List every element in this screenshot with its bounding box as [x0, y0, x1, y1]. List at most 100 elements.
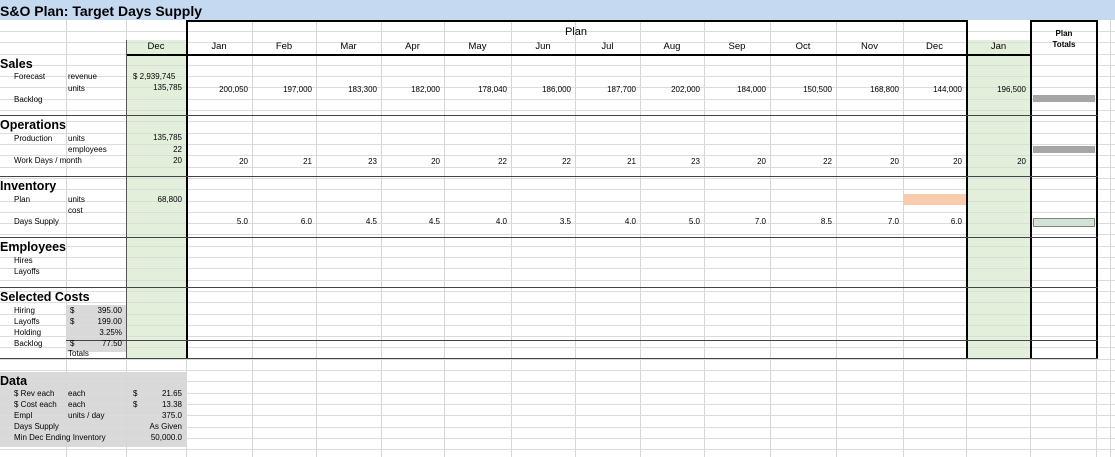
gridline-h: [0, 234, 1115, 235]
header-bottom-border: [126, 54, 1030, 56]
month-header: Sep: [728, 41, 746, 52]
cost-value: 77.50: [101, 339, 122, 348]
month-workdays: 20: [757, 157, 766, 166]
month-header: May: [468, 41, 487, 52]
gridline-h: [0, 302, 1115, 303]
month-workdays: 23: [691, 157, 700, 166]
gridline-h: [0, 212, 1115, 213]
dec-inventory-units: 68,800: [157, 195, 182, 204]
month-workdays: 23: [368, 157, 377, 166]
sep-ops: [0, 176, 1098, 177]
month-workdays: 22: [562, 157, 571, 166]
cost-label: Holding: [14, 328, 42, 337]
section-title-data: Data: [0, 374, 28, 388]
month-days-supply: 4.0: [495, 217, 507, 226]
plan-top-border: [186, 20, 966, 22]
month-header: Dec: [147, 41, 165, 52]
month-workdays: 20: [890, 157, 899, 166]
hires-label: Hires: [14, 256, 33, 265]
data-label: Min Dec Ending Inventory: [14, 433, 106, 442]
dec-sales-units: 135,785: [153, 83, 182, 92]
month-workdays: 20: [953, 157, 962, 166]
dec-revenue: $ 2,939,745: [133, 72, 176, 81]
plan-totals-bar-ops: [1033, 146, 1095, 153]
data-sublabel: units / day: [68, 411, 105, 420]
month-sales-units: 168,800: [870, 85, 899, 94]
gridline-h: [0, 314, 1115, 315]
cost-currency: $: [70, 317, 75, 326]
cost-label: Layoffs: [14, 317, 40, 326]
month-sales-units: 202,000: [671, 85, 700, 94]
totals-left-border: [1030, 20, 1032, 358]
dec-employees: 22: [173, 145, 182, 154]
gridline-h: [0, 65, 1115, 66]
inv-cost-label: cost: [68, 206, 83, 215]
month-workdays: 20: [239, 157, 248, 166]
month-workdays: 21: [627, 157, 636, 166]
plan-totals-label-2: Totals: [1052, 40, 1076, 49]
month-days-supply: 7.0: [887, 217, 899, 226]
inv-units-label: units: [68, 195, 85, 204]
cost-value: 199.00: [97, 317, 122, 326]
gridline-h: [0, 291, 1115, 292]
gridline-h: [0, 370, 1115, 371]
data-label: Days Supply: [14, 422, 59, 431]
dec-workdays: 20: [173, 156, 182, 165]
totals-top-border: [1030, 20, 1098, 22]
month-days-supply: 4.0: [624, 217, 636, 226]
peach-target-cell: [903, 194, 966, 205]
cost-currency: $: [70, 306, 75, 315]
gridline-h: [0, 99, 1115, 100]
gridline-h: [0, 381, 1115, 382]
month-days-supply: 4.5: [365, 217, 377, 226]
month-sales-units: 186,000: [542, 85, 571, 94]
sep-inv: [0, 237, 1098, 238]
gridline-h: [0, 336, 1115, 337]
plan-totals-bar-inv: [1033, 218, 1095, 227]
cost-label: Backlog: [14, 339, 43, 348]
month-header: Jul: [601, 41, 614, 52]
gridline-h: [0, 280, 1115, 281]
data-value: 50,000.0: [150, 433, 182, 442]
revenue-label: revenue: [68, 72, 97, 81]
gridline-h: [0, 268, 1115, 269]
month-workdays: 20: [431, 157, 440, 166]
month-workdays: 21: [303, 157, 312, 166]
month-days-supply: 8.5: [820, 217, 832, 226]
data-label: $ Cost each: [14, 400, 57, 409]
data-value: 13.38: [161, 400, 182, 409]
month-header: Jun: [535, 41, 551, 52]
days-supply-label: Days Supply: [14, 217, 59, 226]
month-workdays: 22: [823, 157, 832, 166]
month-sales-units: 183,300: [348, 85, 377, 94]
section-title-sales: Sales: [0, 57, 33, 71]
gridline-h: [0, 325, 1115, 326]
section-title-operations: Operations: [0, 118, 66, 132]
gridline-h: [0, 167, 1115, 168]
month-sales-units: 178,040: [478, 85, 507, 94]
month-header: Oct: [795, 41, 811, 52]
month-days-supply: 5.0: [236, 217, 248, 226]
month-header: Dec: [926, 41, 943, 52]
month-header: Apr: [405, 41, 420, 52]
month-days-supply: 6.0: [300, 217, 312, 226]
sep-costs-bottom: [0, 358, 1098, 359]
forecast-label: Forecast: [14, 72, 46, 81]
gridline-h: [0, 110, 1115, 111]
gridline-h: [0, 257, 1115, 258]
gridline-h: [0, 189, 1115, 190]
ops-units-label: units: [68, 134, 85, 143]
month-header: Mar: [340, 41, 357, 52]
data-value: 21.65: [161, 389, 182, 398]
jan-sales-units: 196,500: [997, 85, 1026, 94]
data-sublabel: each: [68, 400, 86, 409]
data-value: 375.0: [161, 411, 182, 420]
month-sales-units: 187,700: [607, 85, 636, 94]
month-header: Jan: [990, 41, 1007, 52]
dec-production-units: 135,785: [153, 133, 182, 142]
month-workdays: 22: [498, 157, 507, 166]
cost-currency: $: [70, 339, 75, 348]
plan-right-border: [966, 20, 968, 358]
gridline-v: [66, 20, 67, 457]
cost-value: 3.25%: [99, 328, 122, 337]
